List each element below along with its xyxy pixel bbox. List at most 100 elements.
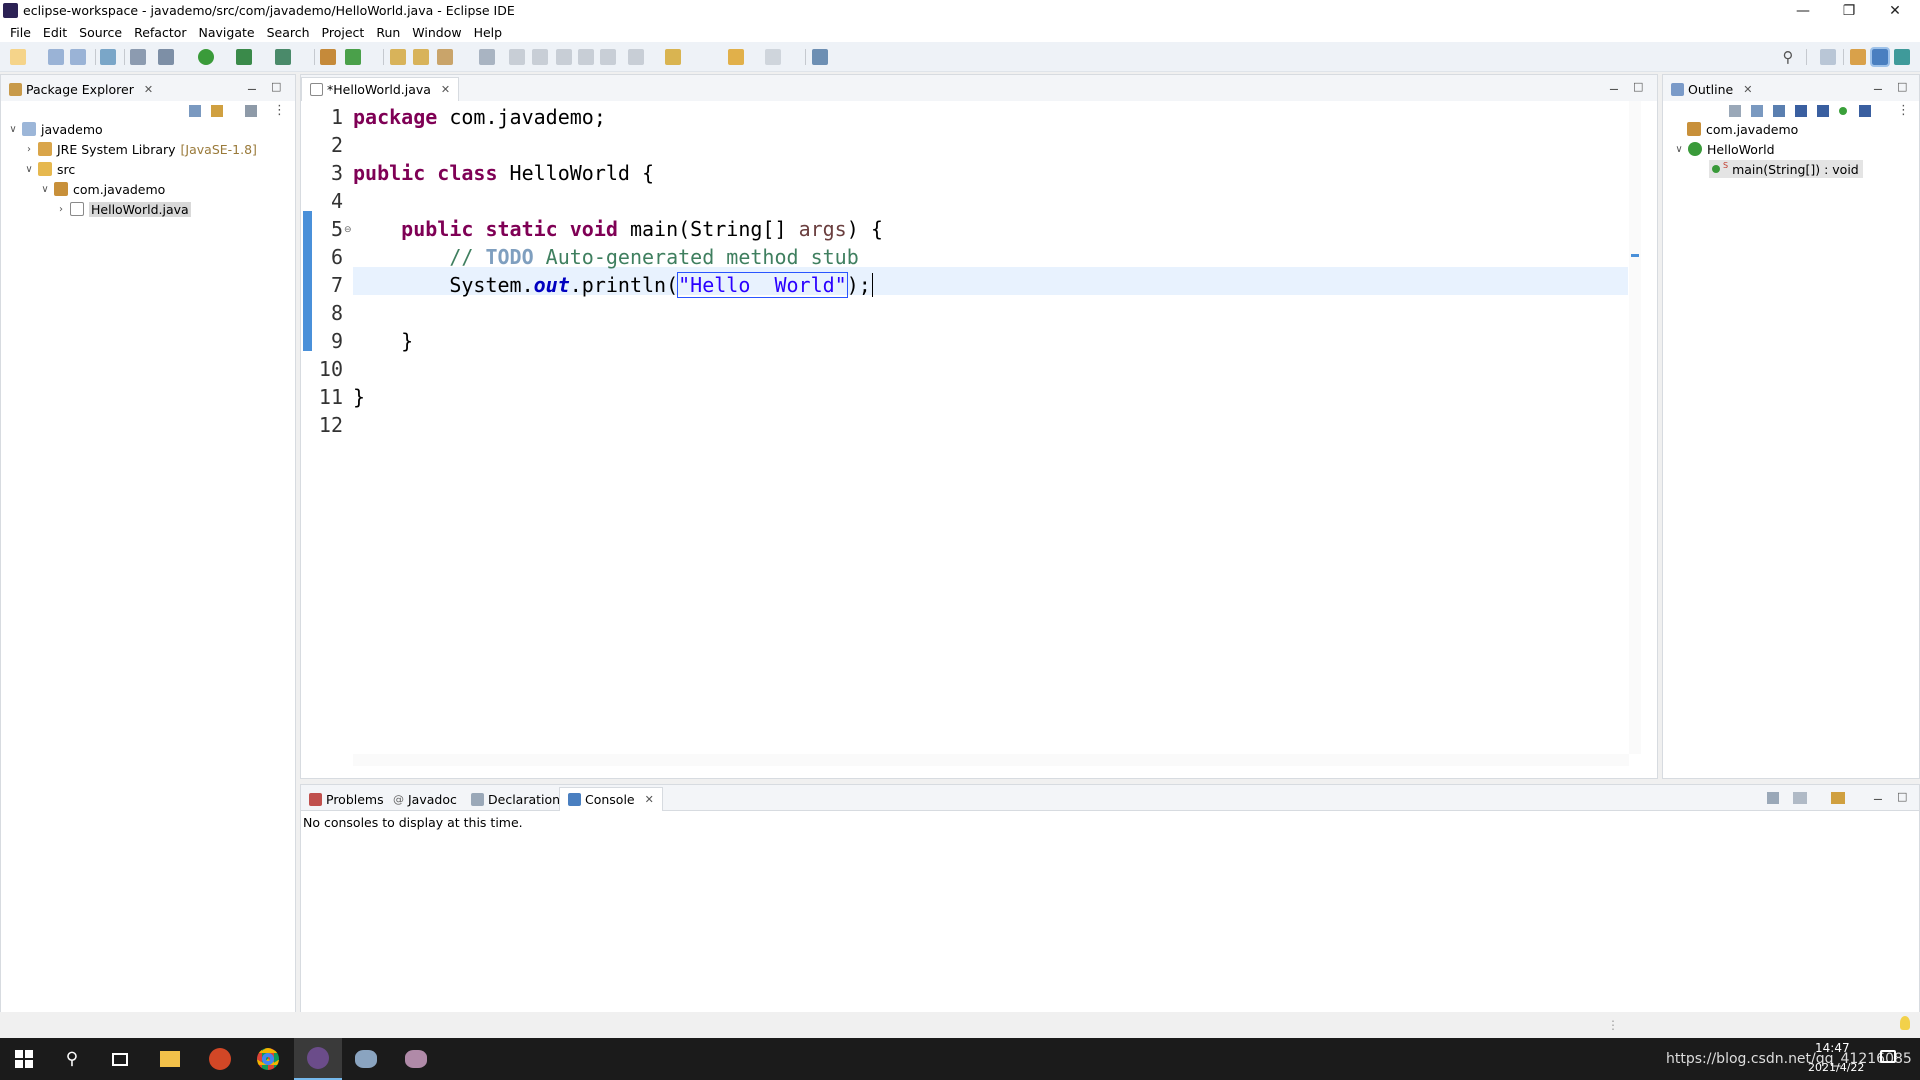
new-java-project-icon[interactable] — [320, 49, 336, 65]
maximize-view-icon[interactable]: □ — [1633, 80, 1643, 93]
view-menu-icon[interactable]: ⋮ — [273, 103, 286, 118]
start-button[interactable] — [0, 1038, 48, 1080]
skip-breakpoints-icon[interactable] — [130, 49, 146, 65]
close-icon[interactable]: ✕ — [1743, 83, 1752, 96]
lightbulb-icon[interactable] — [1900, 1016, 1910, 1030]
horizontal-scrollbar[interactable] — [353, 754, 1629, 766]
java-ee-perspective-icon[interactable] — [1850, 49, 1866, 65]
tab-problems[interactable]: Problems — [301, 787, 392, 811]
restore-window-button[interactable]: ❐ — [1826, 0, 1872, 22]
hide-fields-icon[interactable] — [1795, 105, 1807, 117]
app-icon[interactable] — [342, 1038, 390, 1080]
open-console-icon[interactable] — [100, 49, 116, 65]
minimize-view-icon[interactable]: ⚊ — [247, 80, 257, 93]
clock-date[interactable]: 2021/4/22 — [1808, 1061, 1864, 1074]
task-view-icon[interactable] — [96, 1038, 144, 1080]
chrome-icon[interactable] — [244, 1038, 292, 1080]
debug-perspective-icon[interactable] — [1894, 49, 1910, 65]
tree-item-jre-library[interactable]: › JRE System Library [JavaSE-1.8] — [23, 140, 257, 158]
pin-editor-icon[interactable] — [812, 49, 828, 65]
vertical-scrollbar[interactable] — [1629, 101, 1641, 754]
console-area[interactable]: No consoles to display at this time. — [301, 812, 1919, 1013]
chevron-down-icon[interactable]: ∨ — [7, 124, 19, 135]
coverage-icon[interactable] — [236, 49, 252, 65]
powerpoint-icon[interactable] — [196, 1038, 244, 1080]
tree-item-src[interactable]: ∨ src — [23, 160, 75, 178]
tree-item-project[interactable]: ∨ javademo — [7, 120, 102, 138]
save-icon[interactable] — [48, 49, 64, 65]
next-annotation-icon[interactable] — [600, 49, 616, 65]
open-perspective-icon[interactable] — [1820, 49, 1836, 65]
menu-source[interactable]: Source — [73, 25, 128, 40]
open-task-icon[interactable] — [413, 49, 429, 65]
debug-icon[interactable] — [158, 49, 174, 65]
previous-annotation-icon[interactable] — [628, 49, 644, 65]
chevron-right-icon[interactable]: › — [55, 204, 67, 215]
menu-edit[interactable]: Edit — [37, 25, 73, 40]
hide-static-icon[interactable] — [1817, 105, 1829, 117]
external-tools-icon[interactable] — [275, 49, 291, 65]
pilcrow-icon[interactable] — [578, 49, 594, 65]
tree-item-helloworld-java[interactable]: › HelloWorld.java — [55, 200, 191, 218]
toggle-block-selection-icon[interactable] — [532, 49, 548, 65]
collapse-all-icon[interactable] — [189, 105, 201, 117]
clock-time[interactable]: 14:47 — [1815, 1041, 1850, 1055]
java-perspective-icon[interactable] — [1870, 47, 1890, 67]
menu-search[interactable]: Search — [261, 25, 316, 40]
link-with-editor-icon[interactable] — [211, 105, 223, 117]
eclipse-taskbar-icon[interactable] — [294, 1038, 342, 1080]
sort-icon[interactable] — [1773, 105, 1785, 117]
tab-declaration[interactable]: Declaration — [463, 787, 568, 811]
outline-item-method[interactable]: S main(String[]) : void — [1709, 160, 1863, 178]
app-icon[interactable] — [392, 1038, 440, 1080]
new-icon[interactable] — [10, 49, 26, 65]
tree-item-package[interactable]: ∨ com.javademo — [39, 180, 165, 198]
minimize-view-icon[interactable]: ⚊ — [1609, 80, 1619, 93]
notification-icon[interactable] — [1880, 1050, 1896, 1063]
search-icon[interactable]: ⚲ — [1780, 49, 1796, 65]
menu-file[interactable]: File — [4, 25, 37, 40]
tab-javadoc[interactable]: @ Javadoc — [385, 787, 465, 811]
minimize-view-icon[interactable]: ⚊ — [1873, 80, 1883, 93]
minimize-window-button[interactable]: — — [1780, 0, 1826, 22]
chevron-down-icon[interactable]: ∨ — [1673, 144, 1685, 155]
maximize-view-icon[interactable]: □ — [271, 80, 281, 93]
chevron-down-icon[interactable]: ∨ — [23, 164, 35, 175]
save-all-icon[interactable] — [70, 49, 86, 65]
menu-window[interactable]: Window — [406, 25, 467, 40]
view-menu-icon[interactable]: ⋮ — [1897, 103, 1910, 118]
show-whitespace-icon[interactable] — [556, 49, 572, 65]
new-java-class-icon[interactable] — [345, 49, 361, 65]
open-console-icon[interactable] — [1831, 792, 1845, 804]
filters-icon[interactable] — [245, 105, 257, 117]
menu-help[interactable]: Help — [468, 25, 509, 40]
back-arrow-icon[interactable] — [728, 49, 744, 65]
close-icon[interactable]: ✕ — [645, 793, 654, 806]
outline-item-class[interactable]: ∨ HelloWorld — [1673, 140, 1774, 158]
chevron-right-icon[interactable]: › — [23, 144, 35, 155]
forward-arrow-icon[interactable] — [765, 49, 781, 65]
run-icon[interactable] — [198, 49, 214, 65]
fold-collapse-icon[interactable]: ⊖ — [344, 225, 352, 235]
maximize-view-icon[interactable]: □ — [1897, 80, 1907, 93]
close-icon[interactable]: ✕ — [441, 83, 450, 96]
outline-filter-icon[interactable] — [1729, 105, 1741, 117]
maximize-view-icon[interactable]: □ — [1897, 790, 1907, 803]
menu-refactor[interactable]: Refactor — [128, 25, 192, 40]
file-explorer-icon[interactable] — [146, 1038, 194, 1080]
tab-console[interactable]: Console ✕ — [559, 787, 663, 811]
chevron-down-icon[interactable]: ∨ — [39, 184, 51, 195]
search-tool-icon[interactable] — [437, 49, 453, 65]
collapse-all-icon[interactable] — [1751, 105, 1763, 117]
overview-ruler-mark[interactable] — [1631, 254, 1639, 257]
toggle-breadcrumb-icon[interactable] — [509, 49, 525, 65]
tab-outline[interactable]: Outline ✕ — [1663, 77, 1760, 101]
minimize-view-icon[interactable]: ⚊ — [1873, 790, 1883, 803]
menu-run[interactable]: Run — [370, 25, 406, 40]
close-window-button[interactable]: ✕ — [1872, 0, 1918, 22]
search-icon[interactable]: ⚲ — [48, 1038, 96, 1080]
code-editor[interactable]: 1 2 3 4 5 6 7 8 9 10 11 12 ⊖ package com… — [301, 101, 1657, 778]
tab-package-explorer[interactable]: Package Explorer ✕ — [1, 77, 161, 101]
toggle-mark-occurrences-icon[interactable] — [479, 49, 495, 65]
tab-helloworld-java[interactable]: *HelloWorld.java ✕ — [301, 77, 460, 101]
